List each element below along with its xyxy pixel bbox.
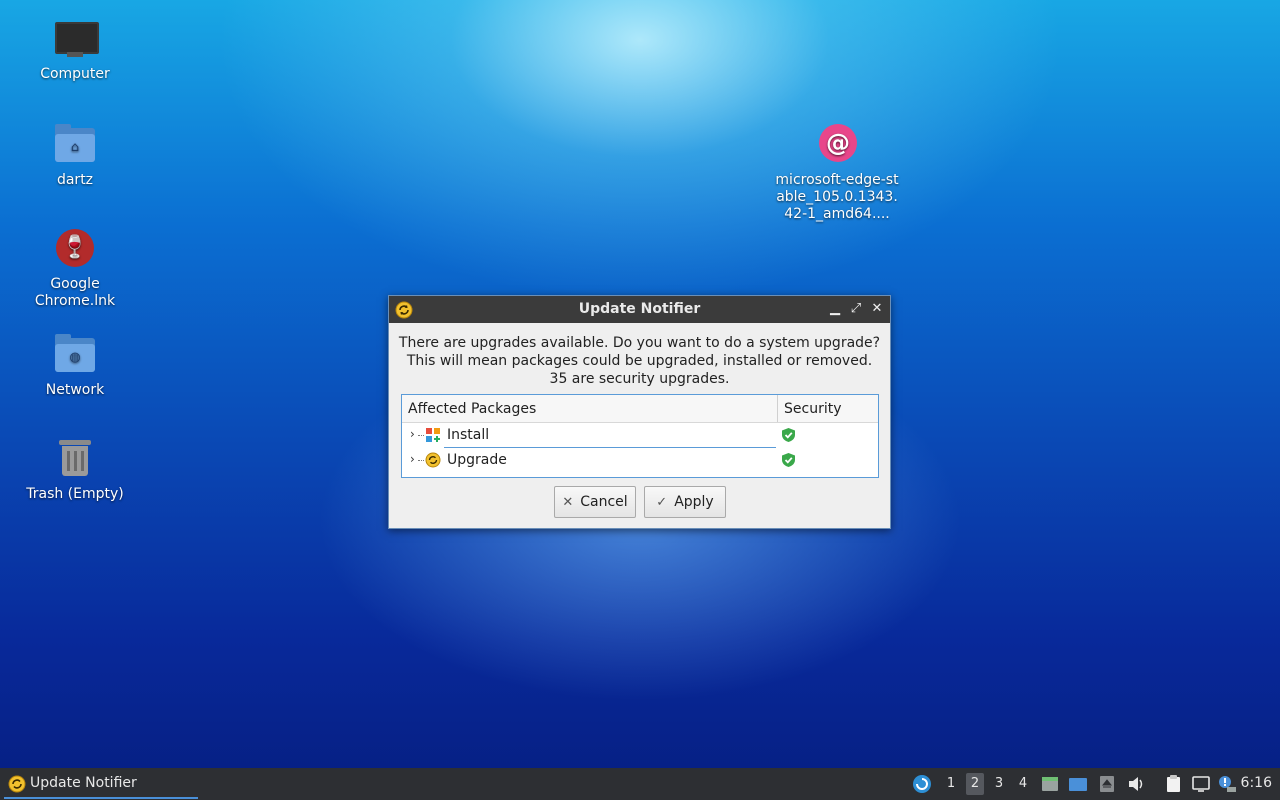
volume-icon[interactable]: [1126, 774, 1146, 794]
network-folder-icon: ◍: [51, 330, 99, 378]
close-button[interactable]: ✕: [868, 300, 886, 318]
desktop-icon-network[interactable]: ◍ Network: [10, 330, 140, 399]
minimize-icon: ▁: [830, 301, 840, 316]
affected-packages-table[interactable]: Affected Packages Security › Install › U…: [401, 394, 879, 478]
desktop-icon-computer[interactable]: Computer: [10, 14, 140, 83]
desktop-switch-icon[interactable]: [1068, 774, 1088, 794]
dialog-titlebar[interactable]: Update Notifier ▁ ⤢ ✕: [389, 296, 890, 323]
expand-arrow-icon[interactable]: ›: [410, 452, 420, 466]
taskbar: Update Notifier 1 2 3 4 6:16: [0, 768, 1280, 800]
computer-icon: [51, 14, 99, 62]
debian-package-icon: @: [813, 120, 861, 168]
clock[interactable]: 6:16: [1241, 775, 1272, 791]
checkmark-icon: ✓: [656, 495, 668, 510]
table-header: Affected Packages Security: [402, 395, 878, 423]
desktop-icon-google-chrome-lnk[interactable]: 🍷 Google Chrome.lnk: [10, 224, 140, 310]
apply-label: Apply: [674, 494, 714, 510]
close-icon: ✕: [871, 301, 883, 316]
trash-icon: [51, 434, 99, 482]
column-header-affected-packages[interactable]: Affected Packages: [408, 401, 536, 417]
install-package-icon: [426, 428, 440, 442]
update-notifier-icon: [8, 775, 26, 793]
desktop-icon-dartz[interactable]: ⌂ dartz: [10, 120, 140, 189]
cancel-button[interactable]: ✕ Cancel: [554, 486, 636, 518]
desktop-icon-label: Google Chrome.lnk: [34, 276, 116, 309]
desktop-icon-label: Network: [45, 382, 105, 398]
message-line: There are upgrades available. Do you wan…: [398, 335, 881, 351]
desktop-icon-edge-deb[interactable]: @ microsoft-edge-stable_105.0.1343.42-1_…: [773, 120, 901, 223]
row-label: Upgrade: [447, 452, 507, 468]
table-row-upgrade[interactable]: › Upgrade: [402, 448, 878, 473]
desktop-icon-label: Trash (Empty): [26, 486, 124, 502]
dialog-message: There are upgrades available. Do you wan…: [389, 334, 890, 388]
cancel-label: Cancel: [580, 494, 628, 510]
security-shield-icon: [782, 453, 795, 467]
taskbar-item-label: Update Notifier: [30, 775, 137, 791]
row-label: Install: [447, 427, 490, 443]
clipboard-icon[interactable]: [1163, 774, 1183, 794]
maximize-button[interactable]: ⤢: [847, 300, 865, 318]
file-manager-icon[interactable]: [1040, 774, 1060, 794]
apply-button[interactable]: ✓ Apply: [644, 486, 726, 518]
workspace-3[interactable]: 3: [990, 773, 1008, 795]
workspace-4[interactable]: 4: [1014, 773, 1032, 795]
security-shield-icon: [782, 428, 795, 442]
workspace-1[interactable]: 1: [942, 773, 960, 795]
maximize-icon: ⤢: [850, 301, 862, 316]
taskbar-item-update-notifier[interactable]: Update Notifier: [4, 771, 198, 799]
desktop-icon-label: dartz: [56, 172, 94, 188]
close-icon: ✕: [562, 495, 574, 510]
message-line: This will mean packages could be upgrade…: [406, 353, 873, 369]
desktop-icon-trash[interactable]: Trash (Empty): [10, 434, 140, 503]
desktop-icon-label: microsoft-edge-stable_105.0.1343.42-1_am…: [775, 172, 899, 222]
table-row-install[interactable]: › Install: [402, 423, 878, 448]
eject-icon[interactable]: [1097, 774, 1117, 794]
minimize-button[interactable]: ▁: [826, 300, 844, 318]
dialog-title: Update Notifier: [578, 301, 701, 317]
wine-glass-icon: 🍷: [51, 224, 99, 272]
home-folder-icon: ⌂: [51, 120, 99, 168]
column-header-security[interactable]: Security: [784, 401, 842, 417]
update-available-icon[interactable]: [1217, 774, 1237, 794]
workspace-2[interactable]: 2: [966, 773, 984, 795]
expand-arrow-icon[interactable]: ›: [410, 427, 420, 441]
desktop-icon-label: Computer: [40, 66, 110, 82]
network-icon[interactable]: [1191, 774, 1211, 794]
message-line: 35 are security upgrades.: [549, 371, 730, 387]
lxqt-menu-icon[interactable]: [912, 774, 932, 794]
update-notifier-dialog: Update Notifier ▁ ⤢ ✕ There are upgrades…: [388, 295, 891, 529]
upgrade-package-icon: [425, 452, 441, 468]
